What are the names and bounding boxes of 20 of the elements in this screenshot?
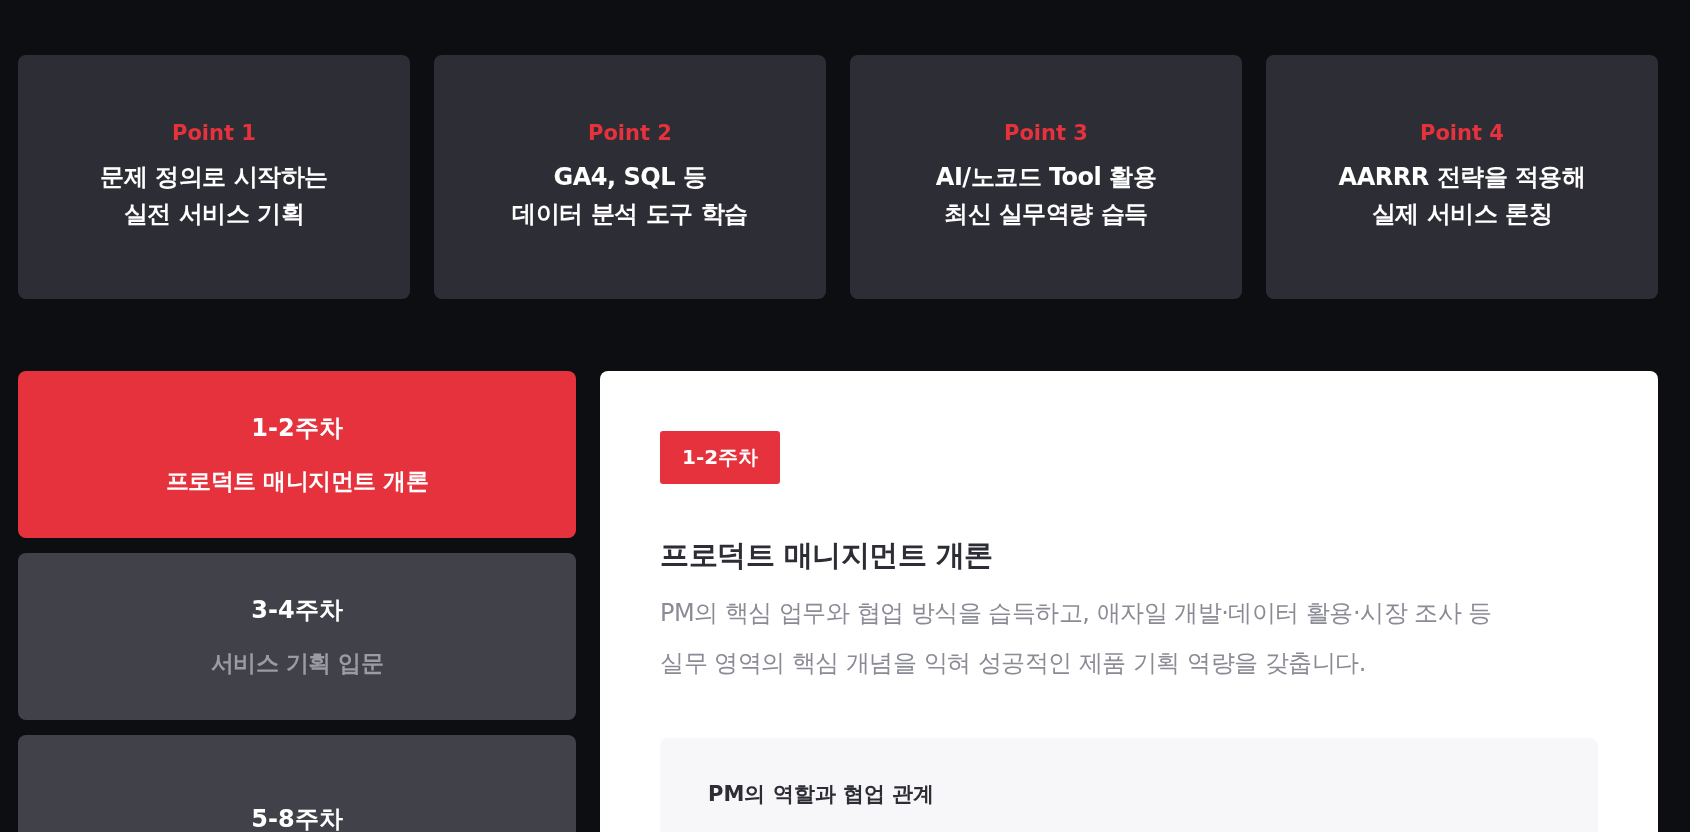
point-label: Point 1 bbox=[172, 120, 256, 145]
point-label: Point 3 bbox=[1004, 120, 1088, 145]
detail-title: 프로덕트 매니지먼트 개론 bbox=[660, 537, 994, 574]
week-tab[interactable]: 5-8주차 bbox=[18, 735, 576, 832]
point-title: 문제 정의로 시작하는 실전 서비스 기획 bbox=[100, 161, 328, 230]
week-label: 1-2주차 bbox=[251, 413, 343, 444]
point-label: Point 4 bbox=[1420, 120, 1504, 145]
week-tab[interactable]: 3-4주차 서비스 기획 입문 bbox=[18, 553, 576, 720]
week-tab[interactable]: 1-2주차 프로덕트 매니지먼트 개론 bbox=[18, 371, 576, 538]
week-badge: 1-2주차 bbox=[660, 431, 781, 484]
detail-description: PM의 핵심 업무와 협업 방식을 습득하고, 애자일 개발·데이터 활용·시장 조사 등 실무 영역의 핵심 개념을 익혀 성공적인 제품 기획 역량을 갖춥니다. bbox=[660, 598, 1493, 679]
point-title: AI/노코드 Tool 활용 최신 실무역량 습득 bbox=[935, 161, 1157, 230]
week-label: 3-4주차 bbox=[251, 595, 343, 626]
week-title: 프로덕트 매니지먼트 개론 bbox=[165, 467, 429, 496]
week-title: 서비스 기획 입문 bbox=[210, 649, 384, 678]
week-label: 5-8주차 bbox=[251, 803, 343, 832]
point-title: GA4, SQL 등 데이터 분석 도구 학습 bbox=[512, 161, 748, 230]
point-title: AARRR 전략을 적용해 실제 서비스 론칭 bbox=[1338, 161, 1586, 230]
point-label: Point 2 bbox=[588, 120, 672, 145]
topic-title: PM의 역할과 협업 관계 bbox=[708, 781, 936, 808]
